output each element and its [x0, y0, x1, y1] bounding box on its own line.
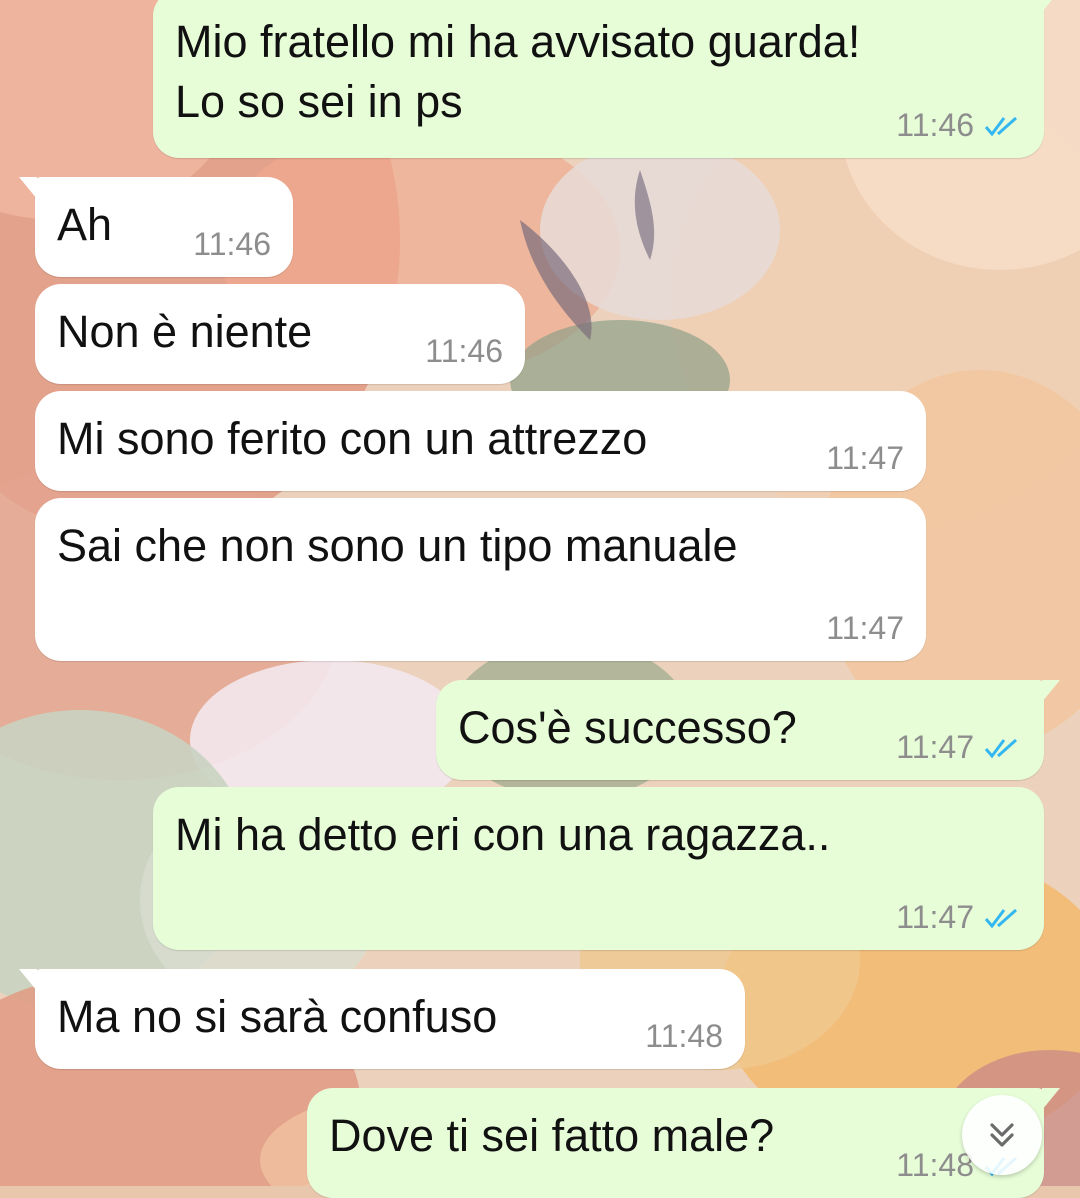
double-check-read-icon	[984, 738, 1017, 758]
message-meta: 11:46	[425, 333, 503, 370]
message-meta: 11:46	[896, 107, 1022, 144]
message-text: Dove ti sei fatto male?	[329, 1110, 775, 1161]
double-chevron-down-icon	[990, 1123, 1014, 1147]
message-text: Cos'è successo?	[458, 702, 797, 753]
message-bubble-incoming[interactable]: Ma no si sarà confuso 11:48	[19, 969, 745, 1069]
message-meta: 11:47	[896, 729, 1022, 766]
message-meta: 11:46	[193, 226, 271, 263]
message-meta: 11:48	[645, 1018, 723, 1055]
message-time: 11:47	[826, 440, 904, 476]
message-bubble-outgoing[interactable]: Dove ti sei fatto male? 11:48	[307, 1088, 1060, 1198]
message-time: 11:47	[896, 729, 974, 765]
message-text: Mio fratello mi ha avvisato guarda! Lo s…	[175, 16, 861, 127]
double-check-read-icon	[984, 116, 1017, 136]
message-text: Mi ha detto eri con una ragazza..	[175, 809, 831, 860]
message-meta: 11:47	[826, 440, 904, 477]
scroll-to-bottom-button[interactable]	[962, 1095, 1042, 1175]
message-bubble-incoming[interactable]: Non è niente 11:46	[35, 284, 525, 384]
message-bubble-incoming[interactable]: Sai che non sono un tipo manuale 11:47	[35, 498, 926, 661]
message-bubble-incoming[interactable]: Mi sono ferito con un attrezzo 11:47	[35, 391, 926, 491]
message-time: 11:46	[193, 226, 271, 262]
message-bubble-outgoing[interactable]: Mio fratello mi ha avvisato guarda! Lo s…	[153, 0, 1060, 158]
message-time: 11:48	[896, 1147, 974, 1183]
message-text: Ah	[57, 199, 113, 250]
message-time: 11:47	[896, 899, 974, 935]
double-check-read-icon	[984, 908, 1017, 928]
message-meta: 11:47	[826, 610, 904, 647]
message-time: 11:47	[826, 610, 904, 646]
message-text: Sai che non sono un tipo manuale	[57, 520, 738, 571]
message-text: Ma no si sarà confuso	[57, 991, 498, 1042]
message-bubble-incoming[interactable]: Ah 11:46	[19, 177, 293, 277]
message-text: Mi sono ferito con un attrezzo	[57, 413, 648, 464]
message-time: 11:48	[645, 1018, 723, 1054]
message-bubble-outgoing[interactable]: Cos'è successo? 11:47	[436, 680, 1060, 780]
message-time: 11:46	[425, 333, 503, 369]
message-time: 11:46	[896, 107, 974, 143]
message-meta: 11:47	[896, 899, 1022, 936]
message-text: Non è niente	[57, 306, 313, 357]
message-bubble-outgoing[interactable]: Mi ha detto eri con una ragazza.. 11:47	[153, 787, 1044, 950]
